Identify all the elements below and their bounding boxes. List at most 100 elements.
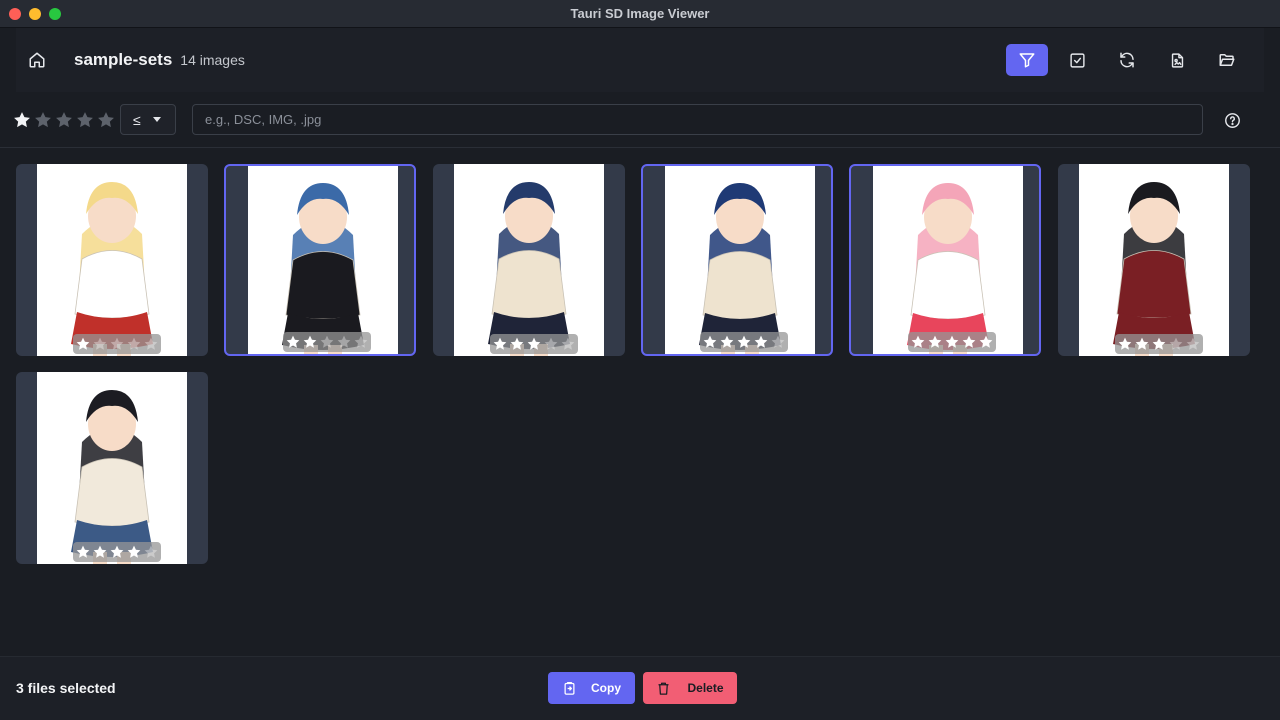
image-thumbnail[interactable] xyxy=(248,166,398,354)
filename-search-input[interactable] xyxy=(192,104,1203,135)
image-rating[interactable] xyxy=(73,542,161,562)
image-thumbnail[interactable] xyxy=(1079,164,1229,356)
star-filled-icon[interactable] xyxy=(961,334,977,350)
image-rating[interactable] xyxy=(490,334,578,354)
image-thumbnail[interactable] xyxy=(873,166,1023,354)
delete-button[interactable]: Delete xyxy=(643,672,737,704)
rating-filter[interactable] xyxy=(12,110,116,130)
image-rating[interactable] xyxy=(908,332,996,352)
star-empty-icon[interactable] xyxy=(353,334,369,350)
trash-icon xyxy=(658,682,669,695)
image-card[interactable] xyxy=(849,164,1041,356)
open-folder-button[interactable] xyxy=(1206,44,1248,76)
star-empty-icon[interactable] xyxy=(143,336,159,352)
image-rating[interactable] xyxy=(1115,334,1203,354)
star-filled-icon[interactable] xyxy=(1151,336,1167,352)
image-card[interactable] xyxy=(224,164,416,356)
star-empty-icon[interactable] xyxy=(560,336,576,352)
character-illustration xyxy=(282,183,364,354)
comparator-value: ≤ xyxy=(133,111,141,128)
filter-toggle-button[interactable] xyxy=(1006,44,1048,76)
star-filled-icon[interactable] xyxy=(75,336,91,352)
open-file-button[interactable] xyxy=(1156,44,1198,76)
clipboard-copy-icon xyxy=(564,681,575,695)
star-filled-icon[interactable] xyxy=(526,336,542,352)
image-thumbnail[interactable] xyxy=(37,372,187,564)
star-empty-icon[interactable] xyxy=(770,334,786,350)
star-filled-icon[interactable] xyxy=(302,334,318,350)
image-card[interactable] xyxy=(1058,164,1250,356)
copy-button[interactable]: Copy xyxy=(548,672,635,704)
star-filled-icon[interactable] xyxy=(92,544,108,560)
image-rating[interactable] xyxy=(700,332,788,352)
star-filled-icon[interactable] xyxy=(944,334,960,350)
star-filled-icon[interactable] xyxy=(126,544,142,560)
close-window-button[interactable] xyxy=(9,8,21,20)
image-card[interactable] xyxy=(16,164,208,356)
star-empty-icon[interactable] xyxy=(143,544,159,560)
star-filled-icon[interactable] xyxy=(12,110,32,130)
window-controls xyxy=(9,8,61,20)
star-filled-icon[interactable] xyxy=(736,334,752,350)
star-filled-icon[interactable] xyxy=(927,334,943,350)
image-rating[interactable] xyxy=(283,332,371,352)
star-empty-icon[interactable] xyxy=(33,110,53,130)
help-circle-icon xyxy=(1224,112,1240,128)
star-filled-icon[interactable] xyxy=(75,544,91,560)
star-filled-icon[interactable] xyxy=(910,334,926,350)
star-filled-icon[interactable] xyxy=(492,336,508,352)
help-button[interactable] xyxy=(1221,109,1243,131)
star-empty-icon[interactable] xyxy=(75,110,95,130)
folder-open-icon xyxy=(1219,54,1235,66)
image-count: 14 images xyxy=(180,52,245,68)
header-actions xyxy=(1006,44,1248,76)
star-empty-icon[interactable] xyxy=(126,336,142,352)
image-thumbnail[interactable] xyxy=(665,166,815,354)
star-filled-icon[interactable] xyxy=(509,336,525,352)
image-thumbnail[interactable] xyxy=(37,164,187,356)
home-icon xyxy=(29,52,45,68)
character-illustration xyxy=(71,390,153,564)
home-button[interactable] xyxy=(17,40,57,80)
character-illustration xyxy=(907,183,989,354)
maximize-window-button[interactable] xyxy=(49,8,61,20)
image-thumbnail[interactable] xyxy=(454,164,604,356)
star-empty-icon[interactable] xyxy=(54,110,74,130)
star-empty-icon[interactable] xyxy=(1185,336,1201,352)
select-all-button[interactable] xyxy=(1056,44,1098,76)
image-card[interactable] xyxy=(641,164,833,356)
minimize-window-button[interactable] xyxy=(29,8,41,20)
refresh-button[interactable] xyxy=(1106,44,1148,76)
star-filled-icon[interactable] xyxy=(109,544,125,560)
app-header: sample-sets 14 images xyxy=(16,28,1264,92)
star-filled-icon[interactable] xyxy=(719,334,735,350)
star-filled-icon[interactable] xyxy=(978,334,994,350)
star-filled-icon[interactable] xyxy=(1117,336,1133,352)
selection-count: 3 files selected xyxy=(16,680,116,696)
filter-icon xyxy=(1019,53,1035,68)
star-filled-icon[interactable] xyxy=(753,334,769,350)
window-titlebar: Tauri SD Image Viewer xyxy=(0,0,1280,28)
selection-footer xyxy=(0,656,1280,720)
folder-name: sample-sets xyxy=(74,50,173,69)
star-filled-icon[interactable] xyxy=(285,334,301,350)
star-empty-icon[interactable] xyxy=(96,110,116,130)
character-illustration xyxy=(71,182,153,356)
file-image-icon xyxy=(1171,52,1183,68)
star-empty-icon[interactable] xyxy=(319,334,335,350)
star-empty-icon[interactable] xyxy=(336,334,352,350)
character-illustration xyxy=(488,182,570,356)
image-card[interactable] xyxy=(16,372,208,564)
star-empty-icon[interactable] xyxy=(109,336,125,352)
star-filled-icon[interactable] xyxy=(1134,336,1150,352)
comparator-select[interactable]: ≤ xyxy=(120,104,176,135)
star-empty-icon[interactable] xyxy=(1168,336,1184,352)
star-empty-icon[interactable] xyxy=(543,336,559,352)
image-rating[interactable] xyxy=(73,334,161,354)
copy-button-label: Copy xyxy=(591,681,621,695)
delete-button-label: Delete xyxy=(687,681,724,695)
star-filled-icon[interactable] xyxy=(702,334,718,350)
character-illustration xyxy=(1113,182,1195,356)
star-empty-icon[interactable] xyxy=(92,336,108,352)
image-card[interactable] xyxy=(433,164,625,356)
